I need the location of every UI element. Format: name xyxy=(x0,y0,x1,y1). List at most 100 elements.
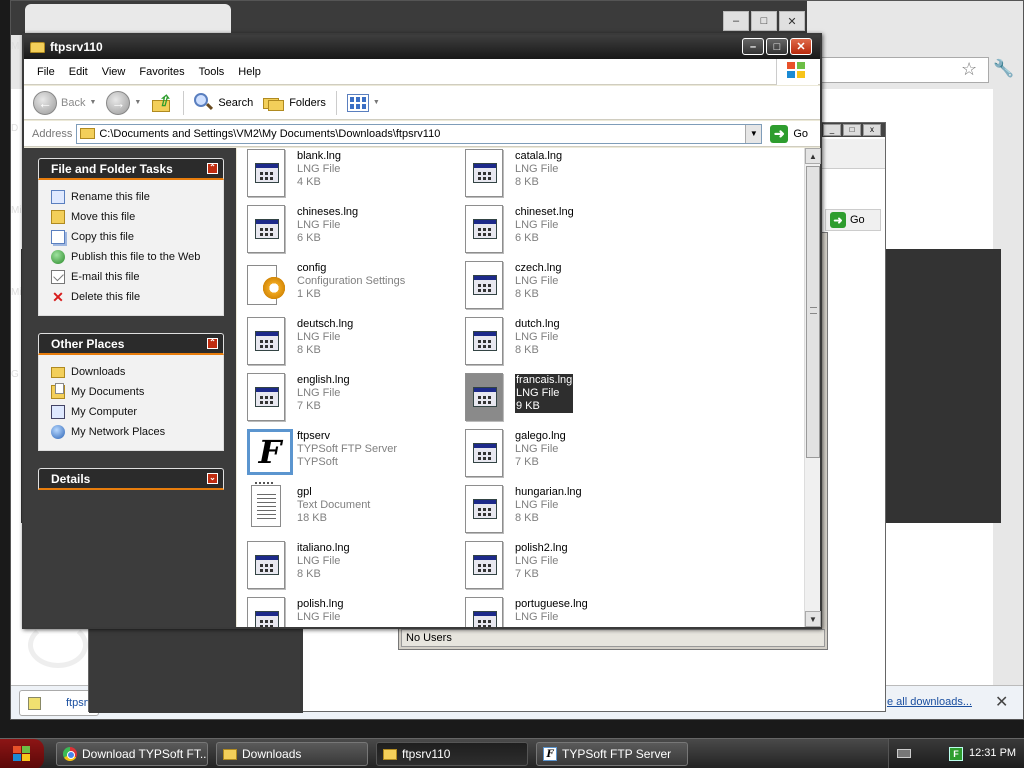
task-publish[interactable]: Publish this file to the Web xyxy=(51,247,223,267)
file-item[interactable]: english.lng LNG File 7 KB xyxy=(241,373,451,425)
details-header[interactable]: Details ⌄ xyxy=(38,468,224,490)
scroll-thumb[interactable] xyxy=(806,166,820,458)
search-button[interactable]: Search xyxy=(191,92,256,113)
views-dropdown-icon[interactable]: ▼ xyxy=(373,99,380,106)
task-delete[interactable]: ✕ Delete this file xyxy=(51,287,223,307)
place-network[interactable]: My Network Places xyxy=(51,422,223,442)
file-item-text: polish.lng LNG File xyxy=(297,598,343,624)
file-item-text: dutch.lng LNG File 8 KB xyxy=(515,318,560,357)
file-list-scrollbar[interactable]: ▲ ▼ xyxy=(804,148,821,627)
forward-dropdown-icon[interactable]: ▼ xyxy=(134,99,141,106)
file-item[interactable]: chineses.lng LNG File 6 KB xyxy=(241,205,451,257)
taskbar-item-downloads[interactable]: Downloads xyxy=(216,742,368,766)
place-downloads[interactable]: Downloads xyxy=(51,362,223,382)
back-dropdown-icon[interactable]: ▼ xyxy=(89,99,96,106)
menu-tools[interactable]: Tools xyxy=(192,66,232,78)
collapse-icon[interactable]: ⌃ xyxy=(207,163,218,174)
browser-maximize-button[interactable]: □ xyxy=(751,11,777,31)
file-item[interactable]: italiano.lng LNG File 8 KB xyxy=(241,541,451,593)
file-item[interactable]: dutch.lng LNG File 8 KB xyxy=(459,317,669,369)
file-item[interactable]: gpl Text Document 18 KB xyxy=(241,482,451,537)
config-file-icon xyxy=(247,261,287,309)
menu-edit[interactable]: Edit xyxy=(62,66,95,78)
lng-file-icon xyxy=(247,205,287,253)
file-size: TYPSoft xyxy=(297,456,338,468)
file-item[interactable]: czech.lng LNG File 8 KB xyxy=(459,261,669,313)
file-item-text: english.lng LNG File 7 KB xyxy=(297,374,350,413)
task-rename[interactable]: Rename this file xyxy=(51,187,223,207)
toolbar-separator xyxy=(183,90,185,115)
file-type: LNG File xyxy=(515,219,559,231)
show-all-downloads-link[interactable]: e all downloads... xyxy=(887,696,972,708)
place-my-computer[interactable]: My Computer xyxy=(51,402,223,422)
keyboard-icon[interactable] xyxy=(897,749,911,758)
task-label: Delete this file xyxy=(71,291,141,303)
forward-button[interactable]: → ▼ xyxy=(103,90,144,115)
taskbar-item-ftpsrv110[interactable]: ftpsrv110 xyxy=(376,742,528,766)
file-item[interactable]: polish.lng LNG File xyxy=(241,597,451,627)
file-name: deutsch.lng xyxy=(297,318,354,330)
collapse-icon[interactable]: ⌃ xyxy=(207,338,218,349)
file-item[interactable]: galego.lng LNG File 7 KB xyxy=(459,429,669,481)
task-email[interactable]: E-mail this file xyxy=(51,267,223,287)
close-button[interactable]: ✕ xyxy=(790,38,812,55)
minimize-button[interactable]: – xyxy=(742,38,764,55)
folders-button[interactable]: Folders xyxy=(260,94,329,112)
browser-tab[interactable] xyxy=(25,4,231,34)
expand-icon[interactable]: ⌄ xyxy=(207,473,218,484)
place-my-documents[interactable]: My Documents xyxy=(51,382,223,402)
file-item[interactable]: polish2.lng LNG File 7 KB xyxy=(459,541,669,593)
file-item[interactable]: francais.lng LNG File 9 KB xyxy=(459,373,669,425)
taskbar-item-ftp-server[interactable]: F TYPSoft FTP Server xyxy=(536,742,688,766)
up-button[interactable]: ⇧ xyxy=(148,92,176,114)
file-item[interactable]: catala.lng LNG File 8 KB xyxy=(459,149,669,201)
window-titlebar[interactable]: ftpsrv110 – □ ✕ xyxy=(24,35,820,59)
background-go-button[interactable]: ➜ Go xyxy=(825,209,881,231)
views-button[interactable]: ▼ xyxy=(344,93,383,112)
bg-maximize-button[interactable]: □ xyxy=(843,124,861,136)
other-places-header[interactable]: Other Places ⌃ xyxy=(38,333,224,355)
download-file-icon xyxy=(28,697,41,710)
menu-file[interactable]: File xyxy=(30,66,62,78)
address-dropdown-icon[interactable]: ▼ xyxy=(745,124,762,143)
file-item[interactable]: portuguese.lng LNG File xyxy=(459,597,669,627)
start-button[interactable] xyxy=(0,739,44,768)
task-move[interactable]: Move this file xyxy=(51,207,223,227)
bg-minimize-button[interactable]: _ xyxy=(823,124,841,136)
maximize-button[interactable]: □ xyxy=(766,38,788,55)
file-folder-tasks-header[interactable]: File and Folder Tasks ⌃ xyxy=(38,158,224,180)
scroll-down-icon[interactable]: ▼ xyxy=(805,611,821,627)
scroll-up-icon[interactable]: ▲ xyxy=(805,148,821,164)
taskbar-item-browser[interactable]: Download TYPSoft FT... xyxy=(56,742,208,766)
file-size: 1 KB xyxy=(297,288,321,300)
task-label: Copy this file xyxy=(71,231,134,243)
address-input[interactable]: C:\Documents and Settings\VM2\My Documen… xyxy=(76,123,763,144)
task-copy[interactable]: Copy this file xyxy=(51,227,223,247)
folders-label: Folders xyxy=(289,96,326,109)
browser-close-button[interactable]: ✕ xyxy=(779,11,805,31)
wrench-icon[interactable]: 🔧 xyxy=(993,59,1014,79)
file-item[interactable]: Fftpserv TYPSoft FTP Server TYPSoft xyxy=(241,429,451,481)
file-type: LNG File xyxy=(515,499,559,511)
menu-view[interactable]: View xyxy=(95,66,133,78)
bg-close-button[interactable]: x xyxy=(863,124,881,136)
file-item[interactable]: chineset.lng LNG File 6 KB xyxy=(459,205,669,257)
panel-title: Other Places xyxy=(51,336,125,351)
file-size: 7 KB xyxy=(515,568,539,580)
bookmark-star-icon[interactable]: ☆ xyxy=(961,59,977,80)
close-download-bar-icon[interactable]: ✕ xyxy=(995,692,1008,712)
text-file-icon xyxy=(247,482,287,533)
menu-favorites[interactable]: Favorites xyxy=(132,66,191,78)
file-item[interactable]: config Configuration Settings 1 KB xyxy=(241,261,451,313)
file-item[interactable]: hungarian.lng LNG File 8 KB xyxy=(459,485,669,537)
back-button[interactable]: ← Back ▼ xyxy=(30,90,99,115)
file-size: 8 KB xyxy=(297,568,321,580)
browser-minimize-button[interactable]: – xyxy=(723,11,749,31)
file-item[interactable]: blank.lng LNG File 4 KB xyxy=(241,149,451,201)
search-icon xyxy=(194,92,214,113)
menu-help[interactable]: Help xyxy=(231,66,268,78)
go-button[interactable]: ➜ Go xyxy=(770,124,808,143)
file-item[interactable]: deutsch.lng LNG File 8 KB xyxy=(241,317,451,369)
ftp-tray-icon[interactable]: F xyxy=(949,747,963,761)
download-item[interactable]: ftpsrv1 xyxy=(19,690,99,716)
